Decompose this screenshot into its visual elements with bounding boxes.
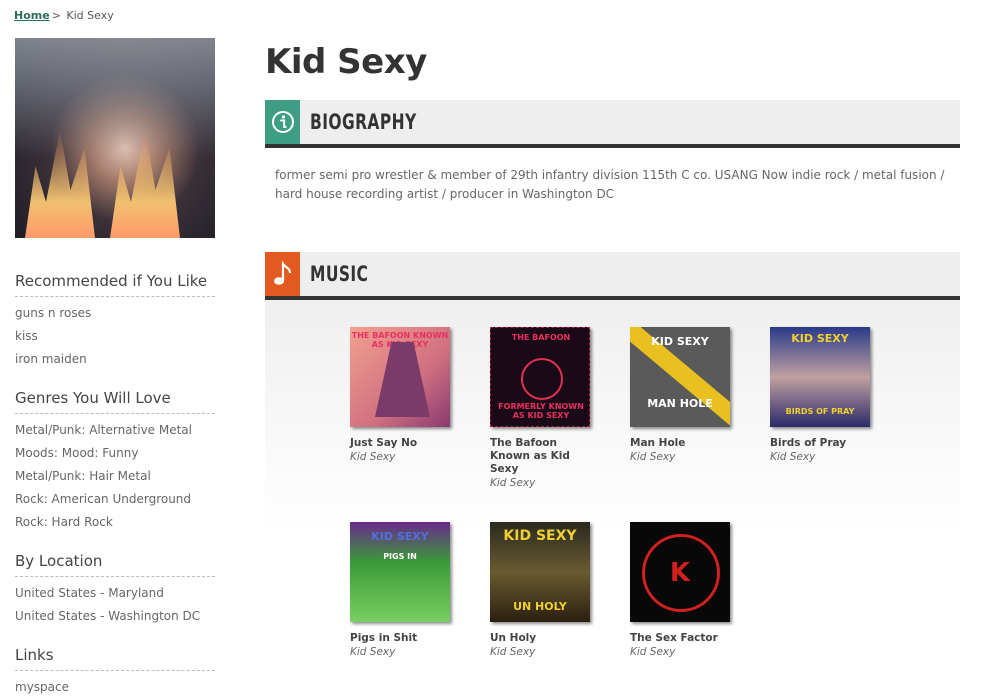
genre-item[interactable]: Rock: Hard Rock [15, 511, 215, 534]
album-title[interactable]: Un Holy [490, 632, 600, 645]
album-title[interactable]: Birds of Pray [770, 437, 880, 450]
album-artist[interactable]: Kid Sexy [630, 645, 740, 660]
album-cover-text: K [669, 558, 691, 588]
album-card[interactable]: KID SEXY BIRDS OF PRAY Birds of Pray Kid… [770, 327, 880, 465]
album-cover-text: PIGS IN [383, 552, 417, 561]
album-card[interactable]: KID SEXY MAN HOLE Man Hole Kid Sexy [630, 327, 740, 465]
album-cover-art [521, 358, 563, 400]
album-cover-text: BIRDS OF PRAY [785, 407, 855, 416]
album-artist[interactable]: Kid Sexy [490, 645, 600, 660]
album-cover-art [375, 342, 430, 417]
album-cover[interactable]: K [630, 522, 730, 622]
album-artist[interactable]: Kid Sexy [630, 450, 740, 465]
album-artist[interactable]: Kid Sexy [770, 450, 880, 465]
breadcrumb-home-link[interactable]: Home [14, 9, 50, 22]
recommended-item[interactable]: kiss [15, 325, 215, 348]
music-header: MUSIC [265, 252, 960, 300]
main-content: Kid Sexy BIOGRAPHY former semi pro wrest… [265, 38, 960, 690]
genre-item[interactable]: Metal/Punk: Alternative Metal [15, 419, 215, 442]
music-note-icon [265, 252, 300, 296]
album-cover-text: MAN HOLE [647, 397, 713, 410]
breadcrumb: Home > Kid Sexy [14, 9, 114, 22]
album-title[interactable]: Just Say No [350, 437, 460, 450]
album-cover-text: THE BAFOON [511, 333, 571, 342]
album-cover[interactable]: KID SEXY MAN HOLE [630, 327, 730, 427]
album-cover-text: FORMERLY KNOWN AS KID SEXY [498, 402, 584, 420]
album-artist[interactable]: Kid Sexy [350, 645, 460, 660]
album-artist[interactable]: Kid Sexy [490, 476, 600, 491]
links-section: Links myspace [15, 646, 215, 699]
link-item[interactable]: myspace [15, 676, 215, 699]
location-item[interactable]: United States - Washington DC [15, 605, 215, 628]
recommended-item[interactable]: iron maiden [15, 348, 215, 371]
links-title: Links [15, 646, 215, 671]
genres-section: Genres You Will Love Metal/Punk: Alterna… [15, 389, 215, 534]
album-cover[interactable]: KID SEXY UN HOLY [490, 522, 590, 622]
album-cover[interactable]: THE BAFOON FORMERLY KNOWN AS KID SEXY [490, 327, 590, 427]
sidebar: Recommended if You Like guns n roses kis… [15, 38, 215, 699]
album-cover-text: KID SEXY [371, 530, 429, 543]
album-cover[interactable]: KID SEXY PIGS IN [350, 522, 450, 622]
album-card[interactable]: THE BAFOON KNOWN AS KID SEXY Just Say No… [350, 327, 460, 465]
biography-header: BIOGRAPHY [265, 100, 960, 148]
album-cover[interactable]: THE BAFOON KNOWN AS KID SEXY [350, 327, 450, 427]
biography-heading: BIOGRAPHY [310, 110, 417, 134]
page-title: Kid Sexy [265, 42, 427, 82]
album-title[interactable]: Pigs in Shit [350, 632, 460, 645]
album-cover-text: KID SEXY [503, 528, 577, 544]
recommended-item[interactable]: guns n roses [15, 302, 215, 325]
genre-item[interactable]: Rock: American Underground [15, 488, 215, 511]
genre-item[interactable]: Metal/Punk: Hair Metal [15, 465, 215, 488]
album-card[interactable]: KID SEXY UN HOLY Un Holy Kid Sexy [490, 522, 600, 660]
album-cover-text: KID SEXY [791, 332, 849, 345]
photo-sky [15, 38, 215, 158]
album-cover[interactable]: KID SEXY BIRDS OF PRAY [770, 327, 870, 427]
album-cover-text: UN HOLY [513, 600, 567, 613]
location-item[interactable]: United States - Maryland [15, 582, 215, 605]
recommended-title: Recommended if You Like [15, 272, 215, 297]
biography-text: former semi pro wrestler & member of 29t… [275, 168, 945, 201]
breadcrumb-separator: > [51, 9, 61, 22]
info-icon [265, 100, 300, 144]
artist-photo [15, 38, 215, 238]
recommended-section: Recommended if You Like guns n roses kis… [15, 272, 215, 371]
album-artist[interactable]: Kid Sexy [350, 450, 460, 465]
music-heading: MUSIC [310, 262, 369, 286]
album-card[interactable]: K The Sex Factor Kid Sexy [630, 522, 740, 660]
album-cover-text: KID SEXY [651, 335, 709, 348]
album-card[interactable]: THE BAFOON FORMERLY KNOWN AS KID SEXY Th… [490, 327, 600, 491]
location-section: By Location United States - Maryland Uni… [15, 552, 215, 628]
genre-item[interactable]: Moods: Mood: Funny [15, 442, 215, 465]
genres-title: Genres You Will Love [15, 389, 215, 414]
album-title[interactable]: Man Hole [630, 437, 740, 450]
album-title[interactable]: The Sex Factor [630, 632, 740, 645]
breadcrumb-current: Kid Sexy [66, 9, 114, 22]
location-title: By Location [15, 552, 215, 577]
album-title[interactable]: The Bafoon Known as Kid Sexy [490, 437, 600, 476]
album-grid: THE BAFOON KNOWN AS KID SEXY Just Say No… [265, 300, 960, 690]
album-card[interactable]: KID SEXY PIGS IN Pigs in Shit Kid Sexy [350, 522, 460, 660]
